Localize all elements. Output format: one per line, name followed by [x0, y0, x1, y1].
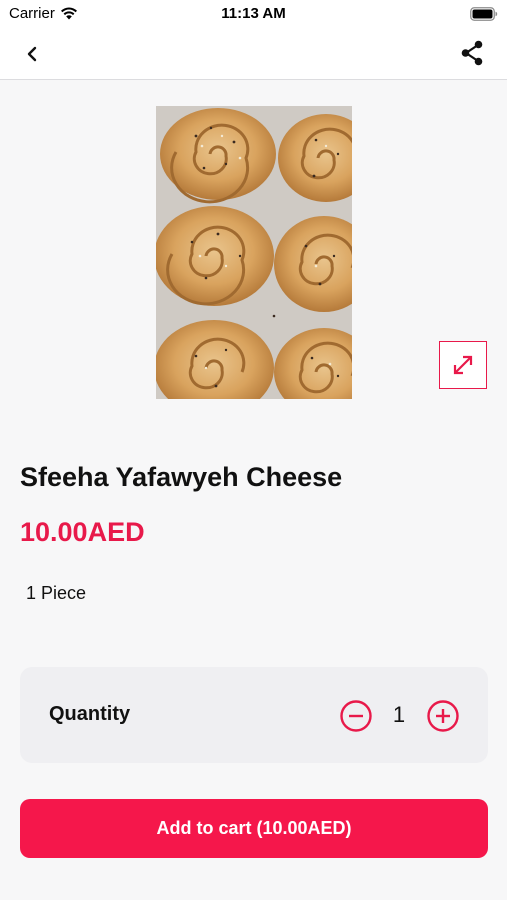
plus-circle-icon [427, 700, 459, 732]
status-bar: Carrier 11:13 AM [0, 0, 507, 28]
expand-image-button[interactable] [439, 341, 487, 389]
product-price: 10.00AED [20, 517, 145, 547]
minus-circle-icon [340, 700, 372, 732]
chevron-left-icon [27, 46, 37, 62]
add-to-cart-button[interactable]: Add to cart (10.00AED) [20, 799, 488, 858]
battery-icon [470, 7, 498, 25]
navigation-bar [0, 28, 507, 80]
expand-arrows-icon [453, 355, 473, 375]
increase-quantity-button[interactable] [426, 699, 460, 733]
product-image[interactable] [156, 106, 352, 399]
back-button[interactable] [18, 40, 46, 68]
quantity-value: 1 [392, 702, 406, 727]
status-time: 11:13 AM [221, 5, 286, 22]
product-unit: 1 Piece [26, 583, 87, 603]
share-button[interactable] [457, 38, 487, 68]
quantity-label: Quantity [49, 703, 131, 725]
product-title: Sfeeha Yafawyeh Cheese [20, 462, 343, 492]
share-icon [461, 40, 483, 66]
quantity-card: Quantity 1 [20, 667, 488, 763]
decrease-quantity-button[interactable] [339, 699, 373, 733]
